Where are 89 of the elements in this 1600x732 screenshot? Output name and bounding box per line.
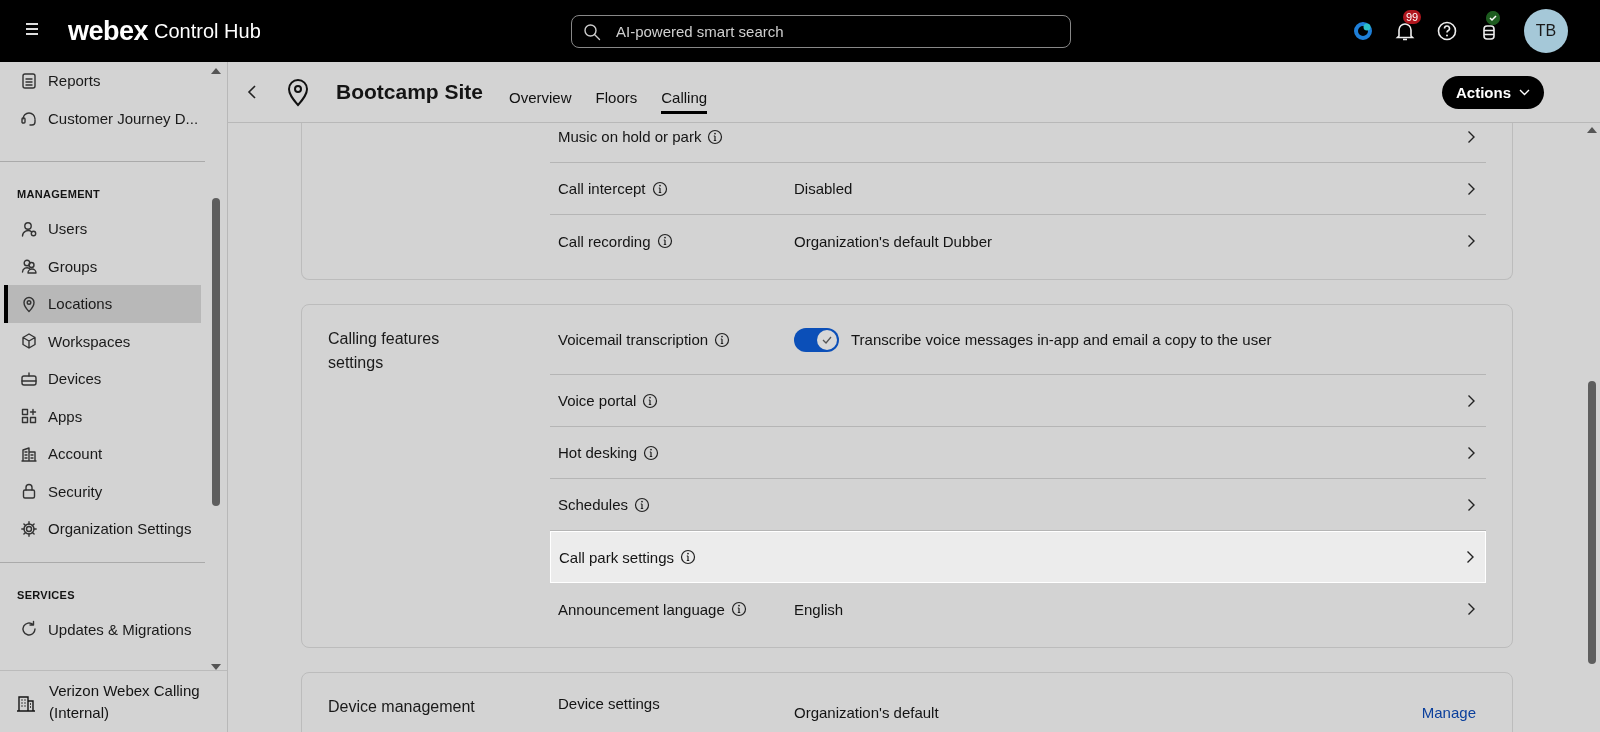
nav-item[interactable]: Apps xyxy=(4,397,201,435)
search-icon xyxy=(583,22,601,41)
setting-row[interactable]: Hot desking xyxy=(550,427,1486,479)
chevron-right-icon xyxy=(1467,234,1476,248)
tab[interactable]: Floors xyxy=(595,78,638,114)
manage-link[interactable]: Manage xyxy=(1421,695,1476,721)
scrollbar-thumb[interactable] xyxy=(1588,381,1596,664)
menu-icon xyxy=(24,22,40,36)
section-heading: SERVICES xyxy=(16,587,76,603)
setting-label: Hot desking xyxy=(558,444,638,461)
nav-item[interactable]: Locations xyxy=(4,285,201,323)
chevron-right-icon xyxy=(1467,181,1476,196)
person-icon xyxy=(20,219,38,238)
setting-label: Voicemail transcription xyxy=(558,331,709,348)
chevron-right-icon xyxy=(1466,550,1475,564)
nav-item[interactable]: Security xyxy=(4,472,201,510)
chevron-right-icon xyxy=(1467,393,1476,408)
help-icon xyxy=(1436,20,1458,42)
scrollbar-thumb[interactable] xyxy=(212,198,220,506)
toggle-description: Transcribe voice messages in-app and email a copy to the user xyxy=(851,331,1272,348)
ring-logo-icon xyxy=(1352,20,1374,42)
setting-label: Device settings xyxy=(558,695,660,712)
page-title: Bootcamp Site xyxy=(336,80,484,104)
setting-value: Disabled xyxy=(794,180,853,197)
nav-item[interactable]: Users xyxy=(4,210,201,248)
product-name: Control Hub xyxy=(154,19,261,43)
notification-badge: 99 xyxy=(1403,10,1422,24)
building-icon xyxy=(20,444,38,463)
pin-icon xyxy=(20,294,38,313)
setting-value: Organization's default xyxy=(794,704,939,721)
nav-item[interactable]: Groups xyxy=(4,247,201,285)
chevron-right-icon xyxy=(1467,602,1476,616)
bell-button[interactable] xyxy=(1394,20,1416,42)
nav-item[interactable]: Updates & Migrations xyxy=(4,610,201,648)
setting-label: Voice portal xyxy=(558,392,637,409)
bell-icon xyxy=(1394,20,1416,42)
setting-label: Call intercept xyxy=(558,180,646,197)
setting-label: Call park settings xyxy=(559,548,675,566)
tab[interactable]: Calling xyxy=(661,78,708,114)
search-field[interactable]: AI-powered smart search xyxy=(571,14,1071,48)
lock-icon xyxy=(20,482,38,501)
scroll-up-icon xyxy=(1587,127,1597,133)
setting-row[interactable]: Device settings Organization's default Manage xyxy=(550,673,1486,732)
nav-item[interactable]: Account xyxy=(4,435,201,473)
check-icon xyxy=(822,335,832,344)
section-heading: MANAGEMENT xyxy=(16,187,102,202)
caret-icon xyxy=(1519,88,1530,96)
chevron-right-icon xyxy=(1467,129,1476,144)
setting-label: Call recording xyxy=(558,232,651,250)
scroll-up-icon xyxy=(211,68,221,74)
setting-row[interactable]: Call recording Organization's default Dubber xyxy=(550,215,1486,267)
setting-row[interactable]: Voice portal xyxy=(550,375,1486,427)
chevron-right-icon xyxy=(1467,445,1476,460)
headset-icon xyxy=(20,109,38,128)
section-title: Calling features settings xyxy=(328,329,441,373)
nav-item[interactable]: Organization Settings xyxy=(4,510,201,548)
nav-item[interactable]: Devices xyxy=(4,360,201,398)
setting-value: English xyxy=(794,600,844,618)
setting-row[interactable]: Voicemail transcription Transcribe voice messages in-app and email a copy to the user xyxy=(550,305,1486,375)
refresh-icon xyxy=(20,620,38,639)
setting-label: Music on hold or park xyxy=(558,128,702,145)
apps-icon xyxy=(20,407,38,426)
section-title: Device management xyxy=(328,697,476,717)
setting-label: Announcement language xyxy=(558,600,725,618)
setting-row[interactable]: Call park settings xyxy=(550,531,1486,583)
avatar[interactable]: TB xyxy=(1524,9,1568,53)
nav-item[interactable]: Customer Journey D... xyxy=(4,99,201,137)
people-icon xyxy=(20,257,38,276)
document-icon xyxy=(20,71,38,90)
actions-button[interactable]: Actions xyxy=(1442,75,1544,109)
organization-name[interactable]: Verizon Webex Calling (Internal) xyxy=(49,679,219,724)
toggle-switch[interactable] xyxy=(794,327,839,352)
pin-icon xyxy=(286,77,310,107)
device-icon xyxy=(20,369,38,388)
tab[interactable]: Overview xyxy=(509,78,572,114)
setting-row[interactable]: Call intercept Disabled xyxy=(550,163,1486,215)
check-badge-icon xyxy=(1486,11,1500,25)
chevron-right-icon xyxy=(1467,497,1476,512)
setting-label: Schedules xyxy=(558,496,629,513)
scroll-down-icon xyxy=(211,664,221,670)
setting-row[interactable]: Announcement language English xyxy=(550,583,1486,635)
cube-icon xyxy=(20,332,38,351)
settings-icon xyxy=(20,519,38,538)
setting-row[interactable]: Music on hold or park xyxy=(550,123,1486,163)
back-chevron-icon xyxy=(246,83,258,101)
nav-item[interactable]: Reports xyxy=(4,62,201,100)
brand-logo: webex xyxy=(68,15,149,47)
setting-value: Organization's default Dubber xyxy=(794,232,992,250)
nav-item[interactable]: Workspaces xyxy=(4,322,201,360)
